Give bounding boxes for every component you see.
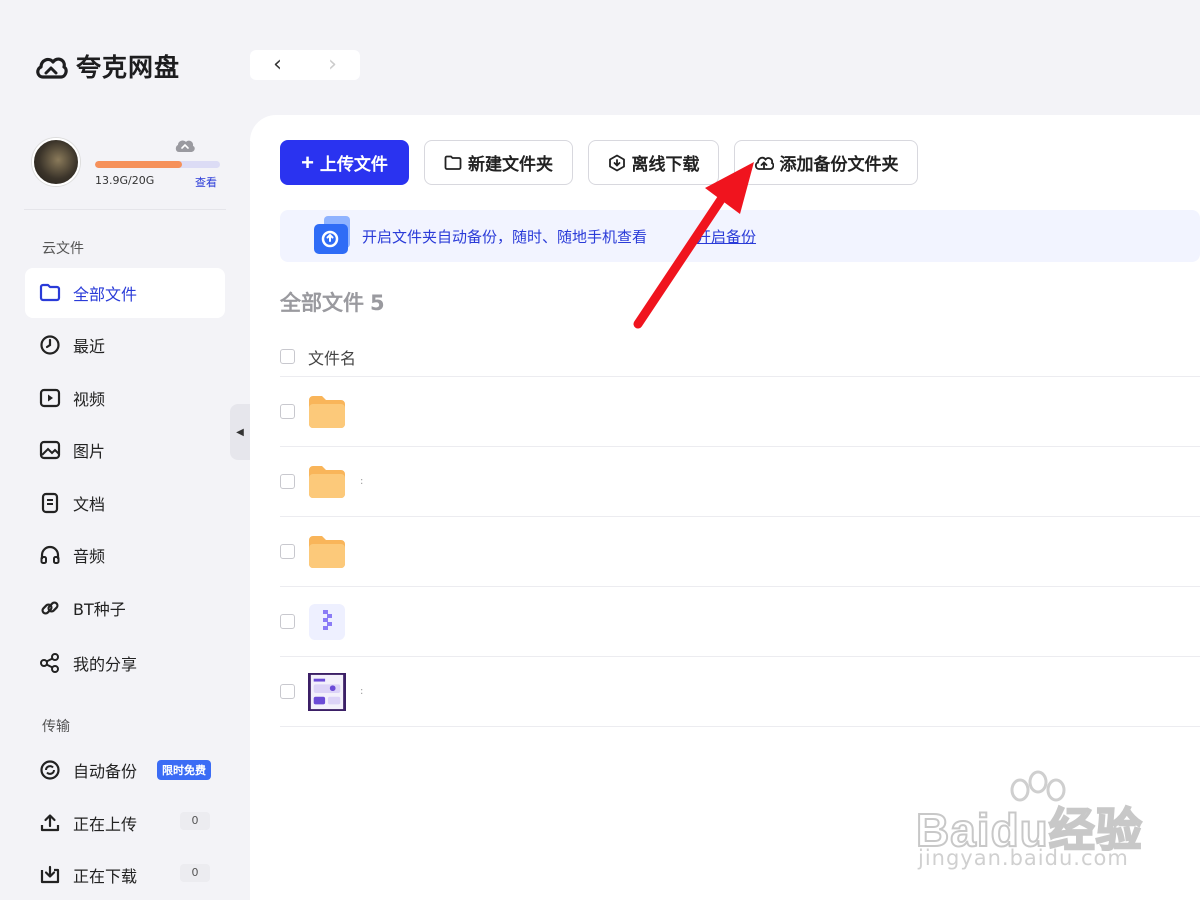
storage-view-link[interactable]: 查看	[195, 174, 217, 190]
red-arrow-annotation	[633, 162, 754, 329]
caret-left-icon: ◀	[236, 426, 244, 438]
baidu-watermark: Baidu经验 jingyan.baidu.com	[915, 770, 1146, 880]
row-checkbox[interactable]	[280, 614, 295, 629]
row-checkbox[interactable]	[280, 404, 295, 419]
folder-icon	[308, 393, 346, 431]
download-count-badge: 0	[180, 864, 210, 882]
table-row[interactable]	[280, 377, 1200, 447]
clock-icon	[39, 334, 61, 356]
sidebar-item-my-share[interactable]: 我的分享	[25, 638, 225, 688]
folder-icon	[308, 463, 346, 501]
sidebar-item-label: 音频	[73, 547, 106, 566]
sidebar-item-recent[interactable]: 最近	[25, 320, 225, 370]
sidebar-item-label: 正在上传	[73, 815, 138, 834]
section-label-transfer: 传输	[42, 719, 70, 735]
document-icon	[39, 492, 61, 514]
section-label-cloud: 云文件	[42, 241, 84, 257]
storage-bar	[95, 161, 220, 168]
sidebar-item-label: 视频	[73, 390, 106, 409]
backup-folder-illustration-icon	[314, 216, 350, 254]
table-header: 文件名	[280, 337, 1200, 377]
history-nav: ‹ ›	[250, 50, 360, 80]
row-checkbox[interactable]	[280, 544, 295, 559]
zip-icon	[308, 603, 346, 641]
sidebar-item-label: 正在下载	[73, 867, 138, 886]
image-icon	[39, 439, 61, 461]
table-row[interactable]	[280, 587, 1200, 657]
upload-file-button[interactable]: + 上传文件	[280, 140, 409, 185]
storage-fill	[95, 161, 182, 168]
image-thumbnail	[308, 672, 346, 711]
folder-outline-icon	[444, 155, 462, 170]
sidebar-item-downloading[interactable]: 正在下载 0	[25, 850, 225, 900]
sidebar-item-video[interactable]: 视频	[25, 373, 225, 423]
sidebar: 13.9G/20G 查看 云文件 全部文件 最近 视频 图片 文档 音频 BT种…	[0, 110, 250, 900]
cloud-logo-icon	[36, 57, 68, 79]
toolbar: + 上传文件 新建文件夹 离线下载 添加备份文件夹	[280, 140, 918, 185]
sidebar-item-label: 文档	[73, 495, 106, 514]
headphones-icon	[39, 544, 61, 566]
avatar[interactable]	[32, 138, 80, 186]
profile-card: 13.9G/20G 查看	[32, 138, 232, 198]
file-count: 5	[370, 291, 385, 315]
forward-arrow-icon[interactable]: ›	[328, 54, 337, 76]
video-icon	[39, 387, 61, 409]
file-name: :	[360, 686, 364, 697]
sidebar-item-label: 图片	[73, 442, 106, 461]
sidebar-item-label: 全部文件	[73, 285, 138, 304]
select-all-checkbox[interactable]	[280, 349, 295, 364]
sidebar-item-audio[interactable]: 音频	[25, 530, 225, 580]
sidebar-item-label: 最近	[73, 337, 106, 356]
sidebar-item-auto-backup[interactable]: 自动备份 限时免费	[25, 745, 225, 795]
sidebar-item-uploading[interactable]: 正在上传 0	[25, 798, 225, 848]
limited-free-badge: 限时免费	[157, 760, 212, 780]
divider	[24, 209, 226, 210]
sidebar-item-label: 自动备份	[73, 762, 138, 781]
sidebar-item-documents[interactable]: 文档	[25, 478, 225, 528]
row-checkbox[interactable]	[280, 684, 295, 699]
storage-usage-text: 13.9G/20G	[95, 174, 155, 187]
app-title: 夸克网盘	[76, 53, 181, 82]
table-row[interactable]: :	[280, 447, 1200, 517]
sidebar-item-label: BT种子	[73, 600, 126, 619]
row-checkbox[interactable]	[280, 474, 295, 489]
folder-icon	[39, 282, 61, 304]
backup-icon	[39, 759, 61, 781]
file-table: 文件名 ::	[280, 337, 1200, 727]
plus-icon: +	[301, 149, 314, 175]
cloud-upgrade-icon[interactable]	[174, 138, 196, 154]
upload-icon	[39, 812, 61, 834]
table-row[interactable]	[280, 517, 1200, 587]
sidebar-item-bt-torrent[interactable]: BT种子	[25, 583, 225, 633]
download-icon	[39, 864, 61, 886]
folder-icon	[308, 533, 346, 571]
sidebar-item-all-files[interactable]: 全部文件	[25, 268, 225, 318]
column-header-name[interactable]: 文件名	[308, 345, 356, 369]
new-folder-button[interactable]: 新建文件夹	[424, 140, 573, 185]
sidebar-item-images[interactable]: 图片	[25, 425, 225, 475]
share-icon	[39, 652, 61, 674]
table-row[interactable]: :	[280, 657, 1200, 727]
page-title: 全部文件 5	[280, 291, 385, 315]
watermark-url: jingyan.baidu.com	[918, 846, 1129, 870]
back-arrow-icon[interactable]: ‹	[273, 54, 282, 76]
sidebar-item-label: 我的分享	[73, 655, 138, 674]
file-name: :	[360, 476, 364, 487]
link-icon	[39, 597, 61, 619]
banner-text: 开启文件夹自动备份，随时、随地手机查看	[362, 228, 648, 246]
app-logo[interactable]: 夸克网盘	[34, 48, 180, 84]
upload-count-badge: 0	[180, 812, 210, 830]
sidebar-collapse-handle[interactable]: ◀	[230, 404, 250, 460]
